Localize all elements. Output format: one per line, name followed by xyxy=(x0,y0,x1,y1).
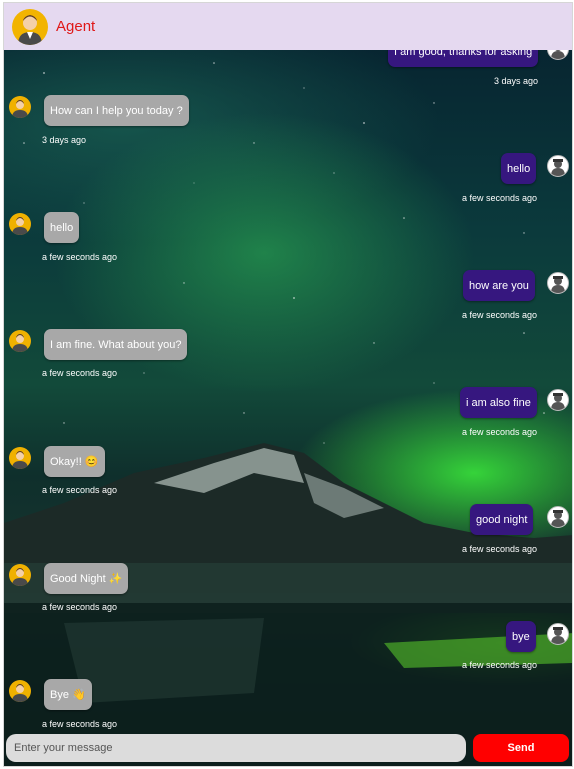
message-bubble-agent: I am fine. What about you? xyxy=(44,329,188,360)
header-title: Agent xyxy=(56,18,96,35)
message-timestamp: a few seconds ago xyxy=(462,544,538,554)
message-bubble-user: hello xyxy=(501,153,537,184)
agent-avatar-icon xyxy=(9,680,31,702)
message-text: How can I help you today ? xyxy=(50,104,183,117)
message-bubble-user: how are you xyxy=(463,270,535,301)
agent-avatar-icon xyxy=(9,447,31,469)
message-text: good night xyxy=(476,513,528,526)
message-timestamp: a few seconds ago xyxy=(462,310,538,320)
message-bubble-agent: Okay!! 😊 xyxy=(44,446,105,477)
agent-avatar-icon xyxy=(9,330,31,352)
message-timestamp: a few seconds ago xyxy=(42,719,118,729)
message-bubble-user: i am also fine xyxy=(460,387,537,418)
message-input[interactable] xyxy=(6,734,466,762)
message-bubble-user: bye xyxy=(506,621,536,652)
message-bubble-agent: Bye 👋 xyxy=(44,679,92,710)
message-bubble-user: good night xyxy=(470,504,534,535)
message-timestamp: 3 days ago xyxy=(42,135,87,145)
message-bubble-agent: Good Night ✨ xyxy=(44,563,129,594)
message-text: I am fine. What about you? xyxy=(50,338,182,351)
message-timestamp: a few seconds ago xyxy=(42,368,118,378)
user-avatar-icon xyxy=(547,623,569,645)
message-timestamp: a few seconds ago xyxy=(42,252,118,262)
user-avatar-icon xyxy=(547,155,569,177)
message-text: Good Night ✨ xyxy=(50,573,123,585)
user-avatar-icon xyxy=(547,272,569,294)
agent-avatar-icon xyxy=(9,96,31,118)
message-text: hello xyxy=(50,221,74,234)
chat-header: Agent xyxy=(4,3,572,50)
message-composer: Send xyxy=(4,730,572,766)
message-text: how are you xyxy=(469,279,529,292)
message-bubble-agent: How can I help you today ? xyxy=(44,95,189,126)
message-timestamp: a few seconds ago xyxy=(42,602,118,612)
message-text: i am also fine xyxy=(466,396,531,409)
message-timestamp: a few seconds ago xyxy=(462,660,538,670)
message-timestamp: 3 days ago xyxy=(494,76,539,86)
user-avatar-icon xyxy=(547,506,569,528)
agent-avatar-icon xyxy=(9,564,31,586)
message-text: bye xyxy=(512,630,530,643)
user-avatar-icon xyxy=(547,389,569,411)
agent-avatar-icon xyxy=(9,213,31,235)
message-text: Okay!! 😊 xyxy=(50,456,99,468)
message-timestamp: a few seconds ago xyxy=(462,193,538,203)
chat-window: Agent I am good, thanks for asking 3 day… xyxy=(3,2,573,767)
message-text: hello xyxy=(507,162,531,175)
message-timestamp: a few seconds ago xyxy=(462,427,538,437)
message-timestamp: a few seconds ago xyxy=(42,485,118,495)
message-bubble-agent: hello xyxy=(44,212,80,243)
send-button[interactable]: Send xyxy=(473,734,569,762)
message-text: Bye 👋 xyxy=(50,689,86,701)
agent-avatar-icon xyxy=(12,8,48,45)
